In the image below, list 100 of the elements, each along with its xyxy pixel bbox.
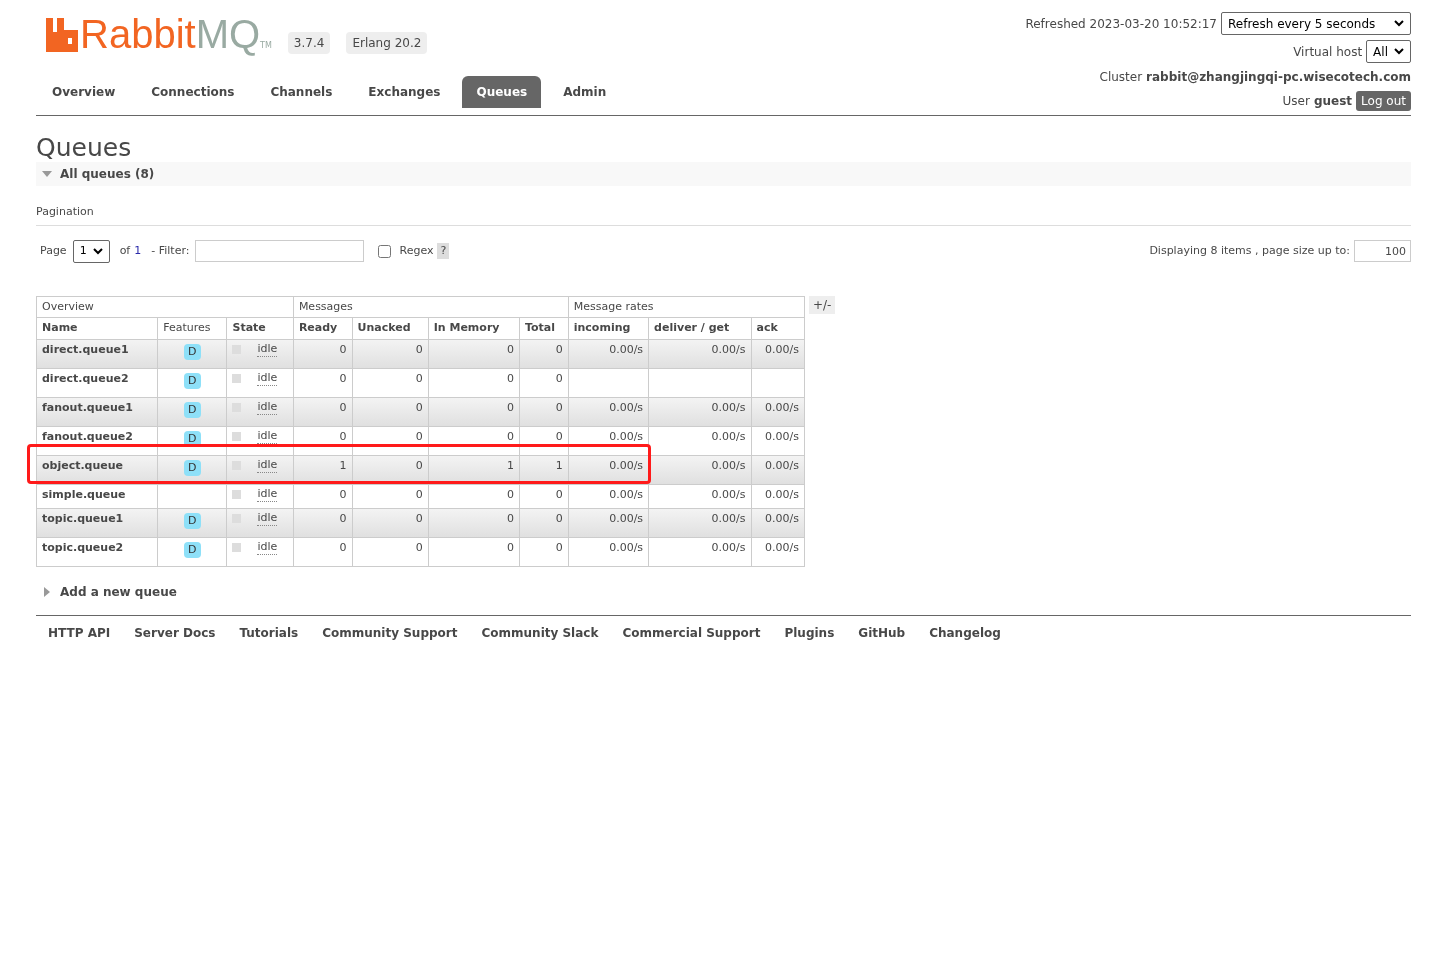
chevron-down-icon xyxy=(1394,48,1404,55)
virtual-host-select[interactable]: All xyxy=(1366,40,1411,63)
footer-link[interactable]: GitHub xyxy=(858,623,906,642)
ack-rate-cell: 0.00/s xyxy=(751,484,805,508)
nav-tab[interactable]: Admin xyxy=(549,76,621,108)
queue-name-cell[interactable]: object.queue xyxy=(36,455,158,484)
virtual-host-label: Virtual host xyxy=(1293,43,1363,61)
in-memory-cell: 0 xyxy=(428,484,520,508)
state-text: idle xyxy=(257,428,278,444)
deliver-get-rate-cell: 0.00/s xyxy=(648,455,752,484)
deliver-get-rate-cell: 0.00/s xyxy=(648,397,752,426)
total-cell: 0 xyxy=(519,368,569,397)
deliver-get-rate-cell: 0.00/s xyxy=(648,339,752,368)
state-text: idle xyxy=(257,399,278,415)
durable-feature-badge: D xyxy=(184,459,201,476)
incoming-rate-cell: 0.00/s xyxy=(568,484,649,508)
queue-name-cell[interactable]: simple.queue xyxy=(36,484,158,508)
logout-button[interactable]: Log out xyxy=(1356,91,1411,111)
column-group-header: Overview xyxy=(36,296,294,318)
column-header: Total xyxy=(519,317,569,339)
filter-field[interactable] xyxy=(195,240,365,262)
in-memory-cell: 0 xyxy=(428,368,520,397)
state-text: idle xyxy=(257,457,278,473)
nav-tab[interactable]: Channels xyxy=(256,76,347,108)
footer-link[interactable]: Changelog xyxy=(929,623,1001,642)
column-header: Unacked xyxy=(352,317,429,339)
total-cell: 0 xyxy=(519,426,569,455)
regex-label: Regex xyxy=(399,242,434,259)
footer-link[interactable]: Tutorials xyxy=(239,623,299,642)
footer-link[interactable]: Plugins xyxy=(784,623,835,642)
unacked-cell: 0 xyxy=(352,368,429,397)
total-cell: 0 xyxy=(519,537,569,566)
state-text: idle xyxy=(257,539,278,555)
unacked-cell: 0 xyxy=(352,339,429,368)
incoming-rate-cell: 0.00/s xyxy=(568,397,649,426)
durable-feature-badge: D xyxy=(184,401,201,418)
column-header: ack xyxy=(751,317,805,339)
column-header: Name xyxy=(36,317,158,339)
nav-tab[interactable]: Queues xyxy=(462,76,542,108)
footer-link[interactable]: Community Slack xyxy=(481,623,599,642)
queue-name-cell[interactable]: direct.queue2 xyxy=(36,368,158,397)
ready-cell: 0 xyxy=(293,397,353,426)
column-header: In Memory xyxy=(428,317,520,339)
add-queue-section-header[interactable]: Add a new queue xyxy=(36,582,1411,601)
page-size-field[interactable]: 100 xyxy=(1354,240,1411,262)
queue-name-cell[interactable]: fanout.queue1 xyxy=(36,397,158,426)
column-header: Ready xyxy=(293,317,353,339)
footer-link[interactable]: Server Docs xyxy=(134,623,216,642)
total-cell: 0 xyxy=(519,484,569,508)
incoming-rate-cell: 0.00/s xyxy=(568,508,649,537)
nav-tab[interactable]: Exchanges xyxy=(354,76,455,108)
queue-name-cell[interactable]: topic.queue2 xyxy=(36,537,158,566)
state-indicator-icon xyxy=(232,373,242,383)
incoming-rate-cell: 0.00/s xyxy=(568,537,649,566)
refreshed-time: Refreshed 2023-03-20 10:52:17 xyxy=(1025,15,1217,33)
column-header: Features xyxy=(157,317,227,339)
filter-label: - Filter: xyxy=(151,242,190,259)
ack-rate-cell: 0.00/s xyxy=(751,426,805,455)
help-button[interactable]: ? xyxy=(437,242,450,260)
footer-link[interactable]: Commercial Support xyxy=(622,623,761,642)
chevron-down-icon xyxy=(92,247,103,255)
page-count: 1 xyxy=(134,242,142,259)
in-memory-cell: 0 xyxy=(428,537,520,566)
ready-cell: 0 xyxy=(293,426,353,455)
regex-checkbox[interactable] xyxy=(378,244,392,258)
total-cell: 0 xyxy=(519,508,569,537)
footer-link[interactable]: Community Support xyxy=(322,623,458,642)
durable-feature-badge: D xyxy=(184,541,201,558)
unacked-cell: 0 xyxy=(352,397,429,426)
ack-rate-cell: 0.00/s xyxy=(751,455,805,484)
total-cell: 1 xyxy=(519,455,569,484)
ack-rate-cell: 0.00/s xyxy=(751,339,805,368)
user-label: User xyxy=(1282,93,1310,110)
column-toggle-button[interactable]: +/- xyxy=(809,295,836,314)
total-cell: 0 xyxy=(519,339,569,368)
durable-feature-badge: D xyxy=(184,343,201,360)
ack-rate-cell: 0.00/s xyxy=(751,537,805,566)
unacked-cell: 0 xyxy=(352,426,429,455)
deliver-get-rate-cell: 0.00/s xyxy=(648,484,752,508)
total-cell: 0 xyxy=(519,397,569,426)
nav-tab[interactable]: Overview xyxy=(38,76,130,108)
refresh-select[interactable]: Refresh every 5 seconds xyxy=(1221,12,1411,35)
unacked-cell: 0 xyxy=(352,508,429,537)
cluster-label: Cluster xyxy=(1099,69,1143,86)
in-memory-cell: 0 xyxy=(428,339,520,368)
queue-name-cell[interactable]: topic.queue1 xyxy=(36,508,158,537)
ready-cell: 0 xyxy=(293,537,353,566)
section-header[interactable]: All queues (8) xyxy=(36,162,1411,186)
chevron-down-icon xyxy=(1394,20,1404,27)
nav-tab[interactable]: Connections xyxy=(137,76,249,108)
page-select[interactable]: 1 xyxy=(72,239,110,263)
incoming-rate-cell: 0.00/s xyxy=(568,339,649,368)
deliver-get-rate-cell: 0.00/s xyxy=(648,508,752,537)
queue-name-cell[interactable]: fanout.queue2 xyxy=(36,426,158,455)
page-label: Page xyxy=(40,242,67,259)
footer-link[interactable]: HTTP API xyxy=(48,623,111,642)
queue-name-cell[interactable]: direct.queue1 xyxy=(36,339,158,368)
ready-cell: 0 xyxy=(293,339,353,368)
displaying-text: Displaying 8 items , page size up to: xyxy=(1149,242,1350,259)
ack-rate-cell xyxy=(751,368,805,397)
